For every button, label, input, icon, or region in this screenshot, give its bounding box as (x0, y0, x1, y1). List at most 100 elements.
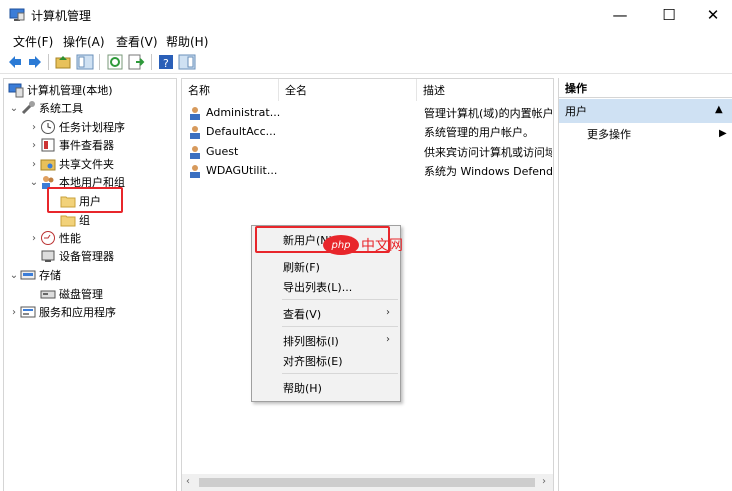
computer-management-window: 计算机管理 — ☐ ✕ 文件(F) 操作(A) 查看(V) 帮助(H) ? 计算… (0, 0, 732, 491)
scroll-right-icon[interactable]: › (542, 476, 546, 487)
user-description: 系统管理的用户帐户。 (424, 125, 534, 139)
menu-file[interactable]: 文件(F) (13, 33, 53, 50)
list-item[interactable]: Guest (187, 142, 238, 161)
user-name: WDAGUtilit... (206, 164, 278, 177)
export-list-icon[interactable] (127, 53, 145, 71)
chevron-down-icon[interactable]: ⌄ (28, 177, 40, 188)
tree-item-computer-management[interactable]: 计算机管理(本地) (8, 81, 113, 99)
toolbar: ? (0, 50, 732, 74)
tree-item-event-viewer[interactable]: › 事件查看器 (28, 136, 114, 154)
context-align-icons[interactable]: 对齐图标(E) (252, 350, 400, 371)
user-description: 供来宾访问计算机或访问域 (424, 145, 552, 159)
tree-item-storage[interactable]: ⌄ 存储 (8, 266, 61, 284)
tree-item-services-apps[interactable]: › 服务和应用程序 (8, 303, 116, 321)
context-export-list[interactable]: 导出列表(L)... (252, 276, 400, 297)
tree-item-label: 组 (79, 214, 90, 227)
tree-item-disk-management[interactable]: 磁盘管理 (40, 285, 103, 303)
watermark-text: 中文网 (361, 238, 403, 254)
forward-arrow-icon[interactable] (26, 53, 44, 71)
event-viewer-icon (40, 137, 56, 153)
performance-icon (40, 230, 56, 246)
column-header-fullname[interactable]: 全名 (279, 79, 417, 101)
maximize-button[interactable]: ☐ (646, 0, 692, 30)
list-item[interactable]: Administrat... (187, 103, 280, 122)
chevron-right-icon[interactable]: › (28, 233, 40, 244)
context-arrange-label: 排列图标(I) (283, 334, 339, 348)
tree-item-system-tools[interactable]: ⌄ 系统工具 (8, 99, 83, 117)
task-scheduler-icon (40, 119, 56, 135)
tree-item-groups[interactable]: 组 (60, 211, 90, 229)
actions-pane: 操作 用户 ▲ 更多操作 ▶ (558, 78, 732, 491)
user-name: DefaultAcc... (206, 125, 277, 138)
menu-view[interactable]: 查看(V) (116, 33, 158, 50)
tree-item-performance[interactable]: › 性能 (28, 229, 81, 247)
context-arrange-icons[interactable]: 排列图标(I) › (252, 330, 400, 351)
tree-item-label: 服务和应用程序 (39, 306, 116, 319)
services-apps-icon (20, 304, 36, 320)
user-description: 管理计算机(域)的内置帐户 (424, 106, 552, 120)
context-help[interactable]: 帮助(H) (252, 377, 400, 398)
submenu-arrow-icon: › (386, 307, 390, 318)
actions-section-users[interactable]: 用户 ▲ (559, 99, 732, 123)
chevron-down-icon[interactable]: ⌄ (8, 103, 20, 114)
actions-header: 操作 (559, 78, 732, 98)
computer-management-icon (8, 82, 24, 98)
svg-text:?: ? (163, 57, 169, 70)
chevron-right-icon[interactable]: › (28, 159, 40, 170)
chevron-down-icon[interactable]: ⌄ (8, 270, 20, 281)
list-item[interactable]: DefaultAcc... (187, 122, 276, 141)
context-view[interactable]: 查看(V) › (252, 303, 400, 324)
tree-item-label: 共享文件夹 (59, 158, 114, 171)
title-bar: 计算机管理 — ☐ ✕ (0, 0, 732, 30)
context-refresh[interactable]: 刷新(F) (252, 256, 400, 277)
tree-item-label: 设备管理器 (59, 250, 114, 263)
folder-icon (60, 212, 76, 228)
menu-bar: 文件(F) 操作(A) 查看(V) 帮助(H) (0, 30, 732, 50)
chevron-right-icon[interactable]: › (8, 307, 20, 318)
chevron-right-icon[interactable]: › (28, 140, 40, 151)
up-folder-icon[interactable] (54, 53, 72, 71)
close-button[interactable]: ✕ (690, 0, 732, 30)
more-actions-label: 更多操作 (587, 128, 631, 141)
shared-folders-icon (40, 156, 56, 172)
horizontal-scrollbar[interactable]: ‹ › (182, 474, 553, 491)
more-actions[interactable]: 更多操作 ▶ (559, 124, 732, 144)
show-hide-tree-icon[interactable] (76, 53, 94, 71)
console-tree: 计算机管理(本地) ⌄ 系统工具 › 任务计划程序 › 事件查看器 › 共享文件… (3, 78, 177, 491)
tree-item-label: 性能 (59, 232, 81, 245)
user-icon (187, 144, 203, 160)
disk-management-icon (40, 286, 56, 302)
help-icon[interactable]: ? (157, 53, 175, 71)
actions-section-label: 用户 (565, 105, 587, 118)
column-header-name[interactable]: 名称 (182, 79, 279, 101)
column-header-description[interactable]: 描述 (417, 79, 553, 101)
submenu-arrow-icon: › (386, 334, 390, 345)
tree-item-task-scheduler[interactable]: › 任务计划程序 (28, 118, 125, 136)
user-icon (187, 105, 203, 121)
tree-item-label: 任务计划程序 (59, 121, 125, 134)
submenu-arrow-icon: ▶ (719, 128, 727, 139)
chevron-right-icon[interactable]: › (28, 122, 40, 133)
user-name: Guest (206, 145, 239, 158)
scrollbar-thumb[interactable] (199, 478, 535, 487)
tree-item-shared-folders[interactable]: › 共享文件夹 (28, 155, 114, 173)
context-view-label: 查看(V) (283, 307, 322, 321)
menu-help[interactable]: 帮助(H) (166, 33, 208, 50)
php-logo: php (323, 235, 359, 255)
list-item[interactable]: WDAGUtilit... (187, 161, 277, 180)
back-arrow-icon[interactable] (6, 53, 24, 71)
collapse-up-icon[interactable]: ▲ (715, 104, 723, 115)
scroll-left-icon[interactable]: ‹ (186, 476, 190, 487)
tree-item-label: 系统工具 (39, 102, 83, 115)
refresh-icon[interactable] (106, 53, 124, 71)
system-tools-icon (20, 100, 36, 116)
device-manager-icon (40, 248, 56, 264)
menu-action[interactable]: 操作(A) (63, 33, 105, 50)
window-title: 计算机管理 (31, 9, 92, 23)
tree-item-label: 事件查看器 (59, 139, 114, 152)
tree-item-label: 计算机管理(本地) (27, 84, 113, 97)
show-action-pane-icon[interactable] (178, 53, 196, 71)
minimize-button[interactable]: — (597, 0, 643, 30)
tree-item-device-manager[interactable]: 设备管理器 (40, 247, 114, 265)
storage-icon (20, 267, 36, 283)
